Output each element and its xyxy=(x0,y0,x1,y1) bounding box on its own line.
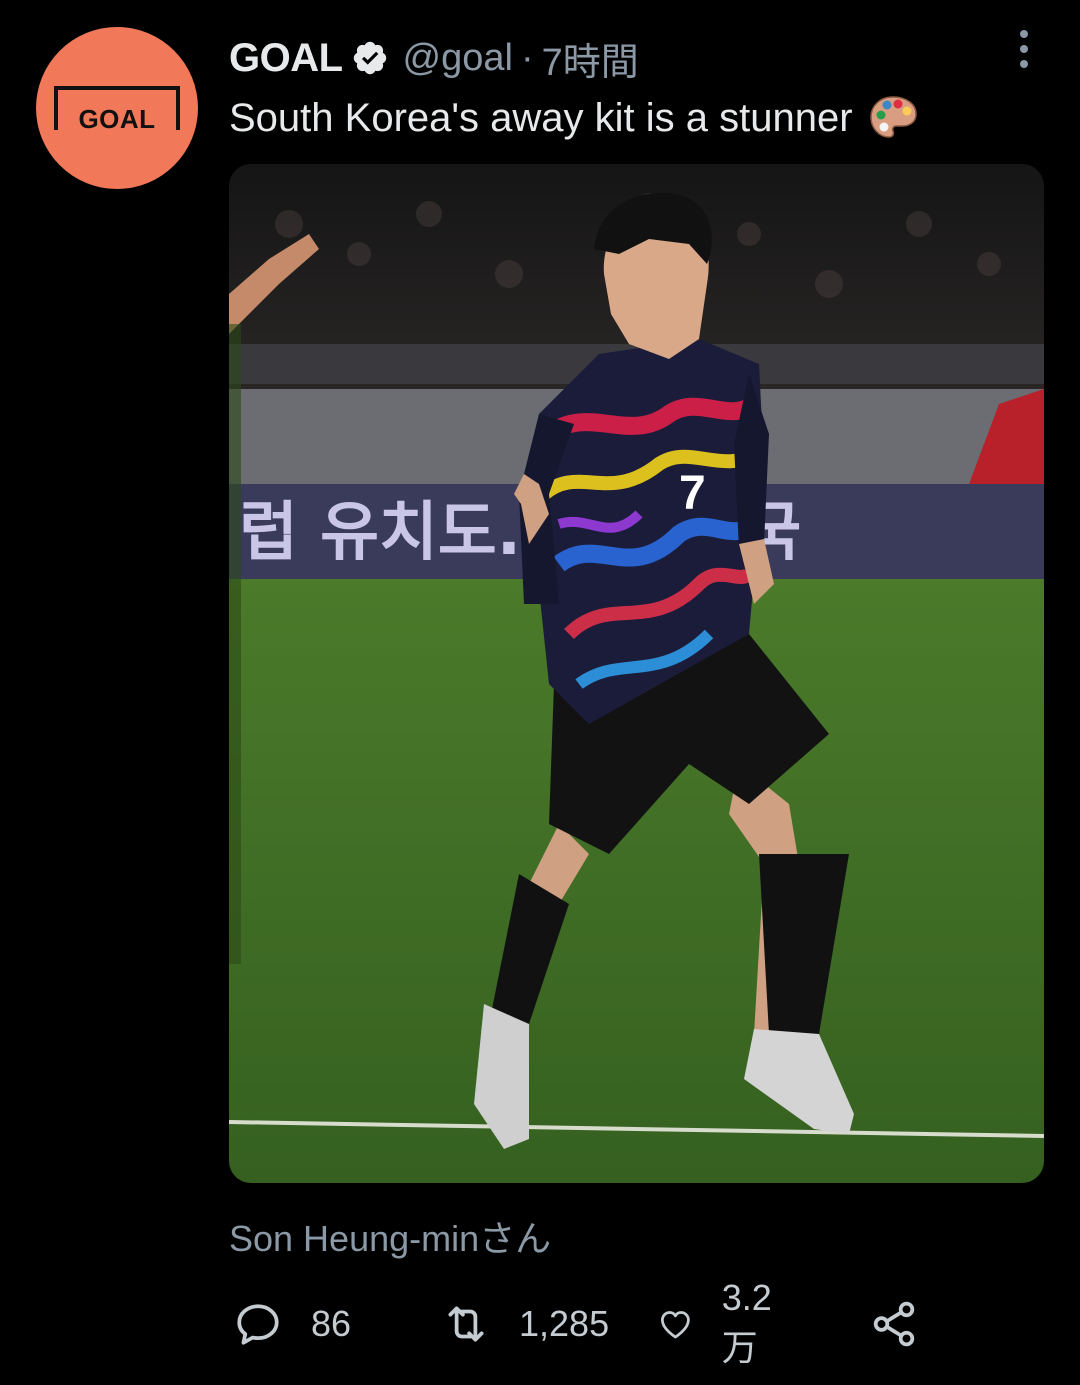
share-button[interactable] xyxy=(869,1296,919,1352)
reply-button[interactable]: 86 xyxy=(233,1296,351,1352)
handle[interactable]: @goal xyxy=(403,37,513,80)
jersey-number: 7 xyxy=(679,467,706,520)
more-options-icon[interactable] xyxy=(1012,28,1036,72)
reply-icon xyxy=(237,1304,279,1345)
artist-palette-icon xyxy=(869,96,917,138)
separator-dot: · xyxy=(520,36,534,79)
verified-badge-icon xyxy=(353,41,386,75)
display-name[interactable]: GOAL xyxy=(229,36,343,81)
retweet-icon xyxy=(448,1306,484,1342)
tweet-header: GOAL @goal · 7時間 xyxy=(229,30,639,86)
heart-icon xyxy=(660,1311,690,1339)
reply-count: 86 xyxy=(311,1303,352,1344)
timestamp[interactable]: 7時間 xyxy=(542,31,639,86)
tagged-user[interactable]: Son Heung-minさん xyxy=(229,1210,551,1262)
like-button[interactable]: 3.2万 xyxy=(657,1277,785,1368)
avatar-logo-text: GOAL xyxy=(78,104,156,134)
avatar[interactable]: GOAL xyxy=(36,27,198,189)
tweet-body: South Korea's away kit is a stunner xyxy=(229,95,853,140)
share-icon xyxy=(873,1301,915,1347)
tweet-photo[interactable]: 럽 유치도. 우 한민국 7 xyxy=(229,164,1044,1183)
retweet-button[interactable]: 1,285 xyxy=(441,1296,609,1352)
photo-son-heung-min: 럽 유치도. 우 한민국 7 xyxy=(229,164,1044,1183)
retweet-count: 1,285 xyxy=(519,1303,610,1344)
like-count: 3.2万 xyxy=(721,1277,772,1368)
goal-logo: GOAL xyxy=(54,86,180,134)
tweet-text: South Korea's away kit is a stunner xyxy=(229,92,919,144)
